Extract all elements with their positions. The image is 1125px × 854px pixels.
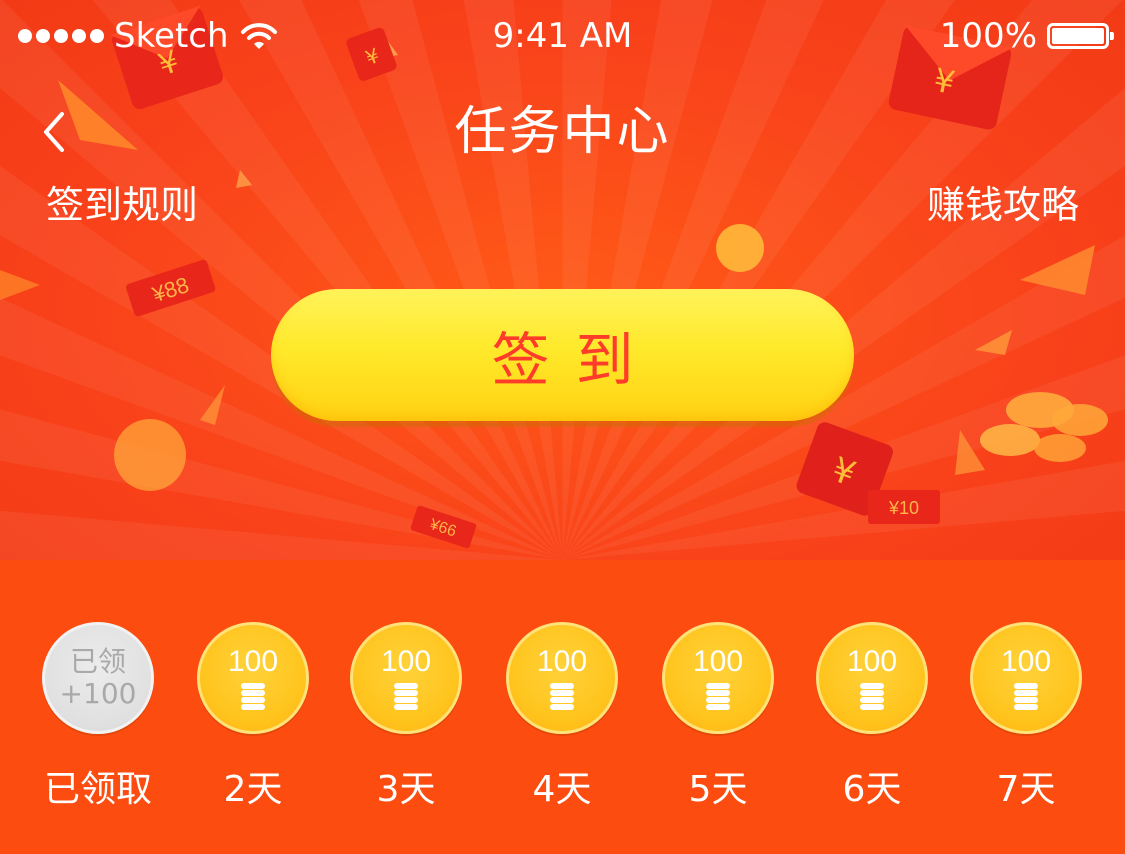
gold-coin-icon: 100: [506, 622, 618, 734]
coin-stack-icon: [1014, 683, 1038, 710]
task-center-screen: ¥ ¥ ¥ ¥ ¥88 ¥66 ¥10 Sketch 9:41 AM 100% …: [0, 0, 1125, 854]
claimed-coin-amount: +100: [59, 677, 137, 710]
coin-stack-icon: [860, 683, 884, 710]
reward-amount: 100: [846, 645, 898, 678]
reward-day-7[interactable]: 100 7天: [951, 622, 1101, 812]
coin-stack-icon: [241, 683, 265, 710]
reward-day-3[interactable]: 100 3天: [331, 622, 481, 812]
gold-coin-decoration: [114, 419, 186, 491]
sign-in-rules-link[interactable]: 签到规则: [46, 180, 198, 230]
reward-amount: 100: [692, 645, 744, 678]
paper-plane-decoration: [200, 385, 225, 425]
paper-plane-decoration: [236, 170, 252, 188]
hero-banner: ¥ ¥ ¥ ¥ ¥88 ¥66 ¥10 Sketch 9:41 AM 100% …: [0, 0, 1125, 560]
reward-day-2[interactable]: 100 2天: [178, 622, 328, 812]
red-envelope-88-decoration: ¥88: [126, 259, 216, 317]
gold-coin-icon: 100: [197, 622, 309, 734]
reward-day-1[interactable]: 已领 +100 已领取: [23, 622, 173, 812]
reward-day-label: 已领取: [43, 769, 152, 810]
hero-decorations: ¥ ¥ ¥ ¥ ¥88 ¥66 ¥10: [0, 5, 1108, 549]
coin-stack-icon: [550, 683, 574, 710]
claimed-coin-text: 已领: [69, 645, 126, 678]
red-envelope-66-decoration: ¥66: [410, 505, 477, 549]
reward-amount: 100: [380, 645, 432, 678]
paper-plane-decoration: [1020, 245, 1095, 295]
reward-day-4[interactable]: 100 4天: [487, 622, 637, 812]
coin-stack-icon: [394, 683, 418, 710]
sign-in-button[interactable]: 签到: [271, 289, 854, 421]
reward-amount: 100: [1000, 645, 1052, 678]
reward-day-6[interactable]: 100 6天: [797, 622, 947, 812]
status-bar-right: 100%: [939, 14, 1114, 58]
gold-coin-icon: 100: [970, 622, 1082, 734]
reward-day-label: 5天: [688, 769, 748, 810]
gold-coin-icon: 100: [662, 622, 774, 734]
battery-icon: [1047, 23, 1114, 49]
reward-day-5[interactable]: 100 5天: [643, 622, 793, 812]
page-title: 任务中心: [454, 102, 671, 162]
paper-plane-decoration: [955, 430, 985, 475]
earning-guide-link[interactable]: 赚钱攻略: [927, 180, 1079, 230]
claimed-coin-icon: 已领 +100: [42, 622, 154, 734]
paper-plane-decoration: [0, 270, 40, 300]
reward-day-label: 6天: [842, 769, 902, 810]
daily-rewards-strip: 已领 +100 已领取 100 2天 100 3天 100 4天 100 5天 …: [0, 560, 1125, 854]
reward-amount: 100: [536, 645, 588, 678]
reward-day-label: 3天: [376, 769, 436, 810]
svg-text:¥10: ¥10: [888, 498, 919, 518]
reward-day-label: 2天: [223, 769, 283, 810]
gold-coin-icon: 100: [816, 622, 928, 734]
paper-plane-decoration: [975, 330, 1012, 355]
gold-coin-decoration: [716, 224, 764, 272]
reward-amount: 100: [227, 645, 279, 678]
battery-percentage: 100%: [939, 16, 1037, 56]
gold-coins-pile-decoration: [980, 392, 1108, 462]
red-envelope-10-decoration: ¥10: [868, 490, 940, 524]
coin-stack-icon: [706, 683, 730, 710]
gold-coin-icon: 100: [350, 622, 462, 734]
reward-day-label: 7天: [996, 769, 1056, 810]
reward-day-label: 4天: [532, 769, 592, 810]
